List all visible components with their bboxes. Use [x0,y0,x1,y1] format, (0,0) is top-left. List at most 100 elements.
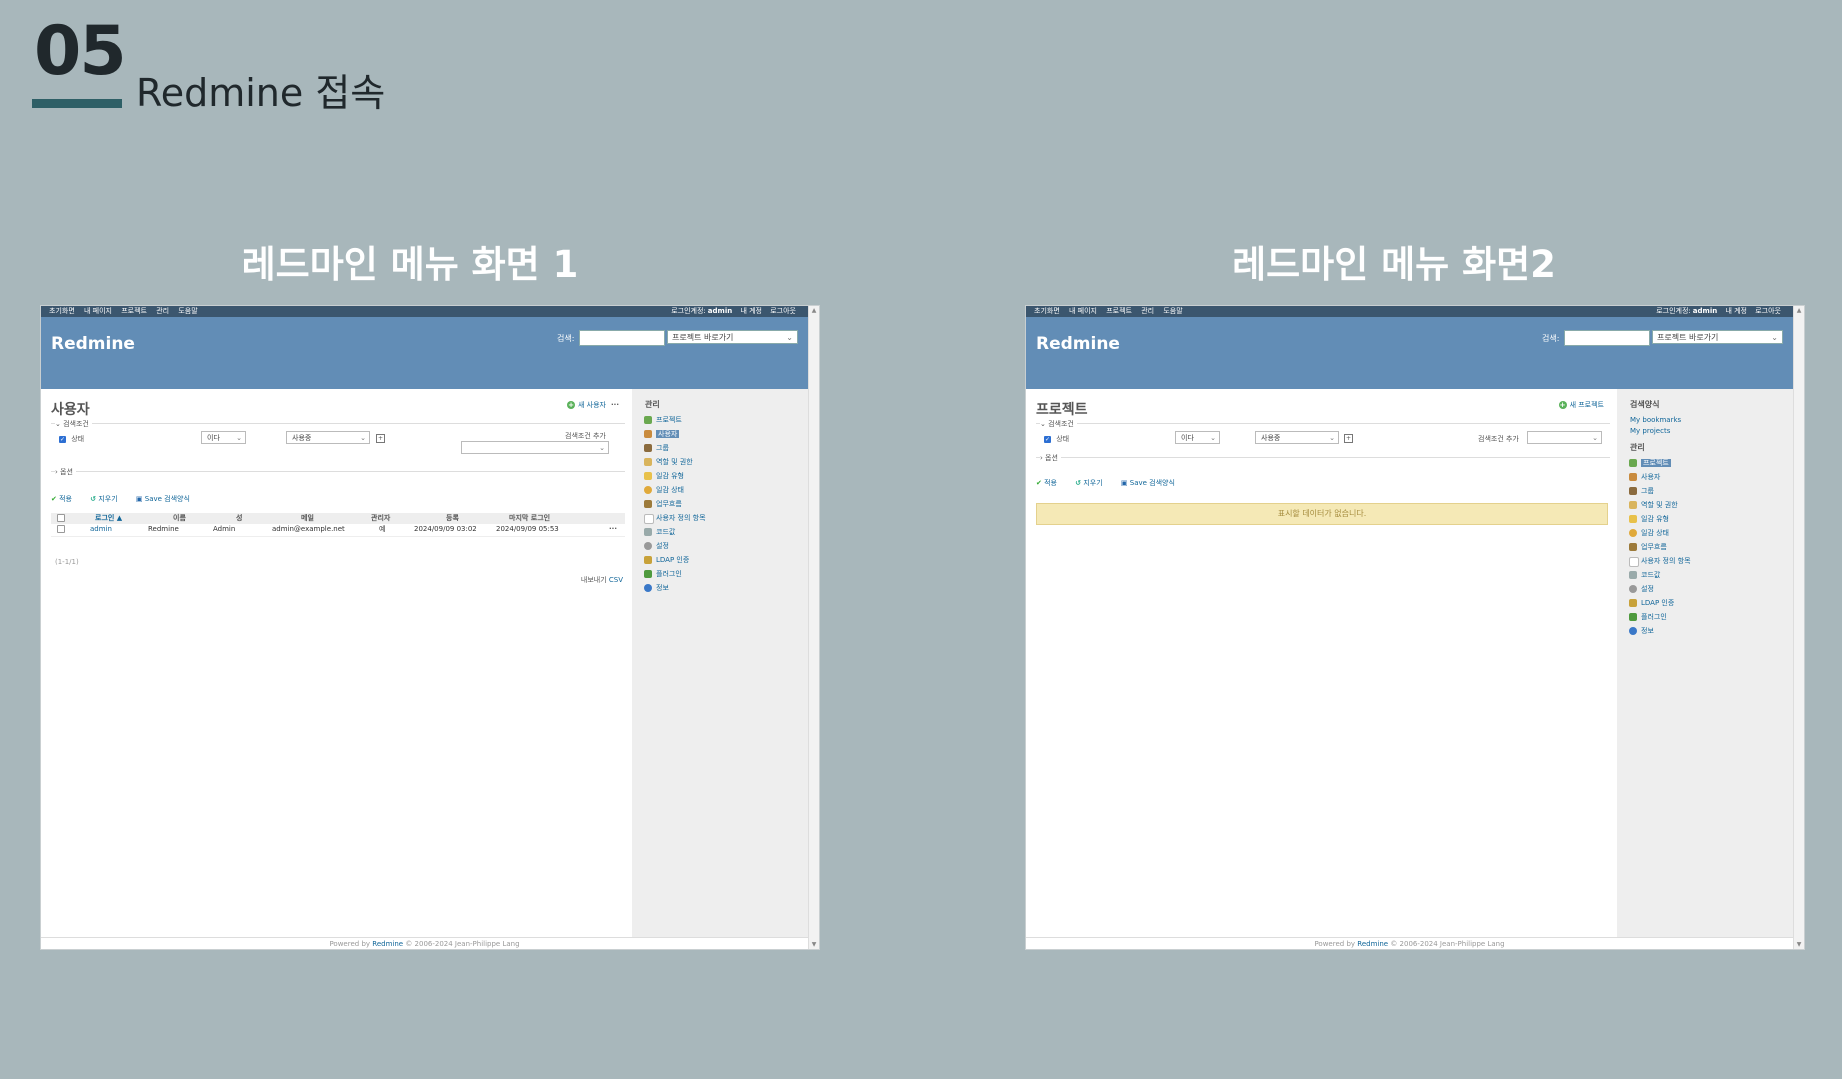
column-lastname[interactable]: 성 [236,513,242,524]
sidebar-item-plugins[interactable]: 플러그인 [644,567,706,581]
column-created[interactable]: 등록 [446,513,459,524]
new-user-link[interactable]: + 새 사용자 ··· [567,400,619,410]
sidebar-item-ldap[interactable]: LDAP 인증 [1629,596,1691,610]
options-legend[interactable]: › 옵션 [55,467,76,477]
sidebar-item-ldap[interactable]: LDAP 인증 [644,553,706,567]
sidebar-item-custom-fields[interactable]: 사용자 정의 항목 [644,511,706,525]
user-login-link[interactable]: admin [90,524,112,535]
more-icon[interactable]: ··· [611,401,619,409]
sidebar-item-settings[interactable]: 설정 [644,539,706,553]
sidebar-item-users[interactable]: 사용자 [644,427,706,441]
project-jump-select[interactable]: 프로젝트 바로가기 ⌄ [1652,330,1783,344]
top-nav-admin[interactable]: 관리 [1141,307,1154,315]
status-value-select[interactable]: 사용중 ⌄ [286,431,370,444]
column-last-login[interactable]: 마지막 로그인 [509,513,550,524]
sidebar-item-roles[interactable]: 역할 및 권한 [644,455,706,469]
vertical-scrollbar[interactable]: ▲ ▼ [1793,306,1804,949]
save-query-button[interactable]: ▣ Save 검색양식 [136,495,198,503]
my-account-link[interactable]: 내 계정 [1725,307,1747,315]
clear-button[interactable]: ↺ 지우기 [1075,479,1110,487]
add-icon: + [1558,401,1567,409]
sidebar-item-info[interactable]: 정보 [1629,624,1691,638]
save-query-button[interactable]: ▣ Save 검색양식 [1121,479,1183,487]
status-filter-checkbox[interactable]: ✓ [1044,435,1051,443]
gear-icon [1629,585,1637,593]
sidebar-item-workflows[interactable]: 업무흐름 [644,497,706,511]
sidebar-item-projects[interactable]: 프로젝트 [1629,456,1691,470]
project-jump-select[interactable]: 프로젝트 바로가기 ⌄ [667,330,798,344]
footer-redmine-link[interactable]: Redmine [1357,940,1388,948]
top-nav-my-page[interactable]: 내 페이지 [1069,307,1097,315]
sidebar-item-enumerations[interactable]: 코드값 [644,525,706,539]
logged-in-user[interactable]: admin [1693,307,1717,315]
top-nav-admin[interactable]: 관리 [156,307,169,315]
toggle-multiselect-icon[interactable]: + [1344,434,1353,443]
sidebar-item-groups[interactable]: 그룹 [1629,484,1691,498]
sidebar-item-groups[interactable]: 그룹 [644,441,706,455]
scroll-up-icon[interactable]: ▲ [809,307,819,314]
select-all-checkbox[interactable] [57,513,65,524]
search-input[interactable] [1564,330,1650,346]
app-logo[interactable]: Redmine [1036,334,1120,354]
sidebar-item-enumerations[interactable]: 코드값 [1629,568,1691,582]
row-checkbox[interactable] [57,524,65,535]
sidebar-item-custom-fields[interactable]: 사용자 정의 항목 [1629,554,1691,568]
toggle-multiselect-icon[interactable]: + [376,434,385,443]
search-input[interactable] [579,330,665,346]
status-filter-checkbox[interactable]: ✓ [59,435,66,443]
sidebar-item-trackers[interactable]: 일감 유형 [644,469,706,483]
sidebar-item-projects[interactable]: 프로젝트 [644,413,706,427]
filters-legend[interactable]: ⌄ 검색조건 [1040,419,1077,429]
top-nav-help[interactable]: 도움말 [178,307,197,315]
footer-redmine-link[interactable]: Redmine [372,940,403,948]
sidebar-item-plugins[interactable]: 플러그인 [1629,610,1691,624]
top-nav-home[interactable]: 초기화면 [1034,307,1060,315]
apply-button[interactable]: ✔ 적용 [51,495,80,503]
key-icon [1629,599,1637,607]
top-nav-help[interactable]: 도움말 [1163,307,1182,315]
row-actions-icon[interactable]: ··· [609,524,617,535]
filters-legend[interactable]: ⌄ 검색조건 [55,419,92,429]
check-icon: ✔ [51,495,57,503]
app-logo[interactable]: Redmine [51,334,135,354]
column-firstname[interactable]: 이름 [173,513,186,524]
sidebar-item-settings[interactable]: 설정 [1629,582,1691,596]
sidebar-item-info[interactable]: 정보 [644,581,706,595]
sidebar-item-workflows[interactable]: 업무흐름 [1629,540,1691,554]
logged-in-user[interactable]: admin [708,307,732,315]
vertical-scrollbar[interactable]: ▲ ▼ [808,306,819,949]
export-csv-link[interactable]: CSV [609,576,623,584]
scroll-down-icon[interactable]: ▼ [809,941,819,948]
table-header: 로그인 ▲ 이름 성 메일 관리자 등록 마지막 로그인 [51,513,625,524]
my-account-link[interactable]: 내 계정 [740,307,762,315]
sidebar-item-users[interactable]: 사용자 [1629,470,1691,484]
sidebar-item-trackers[interactable]: 일감 유형 [1629,512,1691,526]
clear-button[interactable]: ↺ 지우기 [90,495,125,503]
column-admin[interactable]: 관리자 [371,513,390,524]
top-nav-projects[interactable]: 프로젝트 [1106,307,1132,315]
add-filter-select[interactable]: ⌄ [461,441,609,454]
top-nav-my-page[interactable]: 내 페이지 [84,307,112,315]
top-nav-projects[interactable]: 프로젝트 [121,307,147,315]
sidebar-item-issue-statuses[interactable]: 일감 상태 [1629,526,1691,540]
status-value-select[interactable]: 사용중 ⌄ [1255,431,1339,444]
user-mail[interactable]: admin@example.net [272,524,345,535]
status-operator-select[interactable]: 이다 ⌄ [1175,431,1220,444]
apply-button[interactable]: ✔ 적용 [1036,479,1065,487]
column-login[interactable]: 로그인 ▲ [95,513,122,524]
sidebar-item-roles[interactable]: 역할 및 권한 [1629,498,1691,512]
options-legend[interactable]: › 옵션 [1040,453,1061,463]
query-my-bookmarks[interactable]: My bookmarks [1630,415,1681,426]
top-nav-home[interactable]: 초기화면 [49,307,75,315]
new-project-link[interactable]: + 새 프로젝트 [1558,400,1604,410]
scroll-up-icon[interactable]: ▲ [1794,307,1804,314]
query-my-projects[interactable]: My projects [1630,426,1681,437]
add-filter-select[interactable]: ⌄ [1527,431,1602,444]
sidebar-item-issue-statuses[interactable]: 일감 상태 [644,483,706,497]
column-mail[interactable]: 메일 [301,513,314,524]
top-nav: 초기화면 내 페이지 프로젝트 관리 도움말 [49,306,205,317]
status-operator-select[interactable]: 이다 ⌄ [201,431,246,444]
scroll-down-icon[interactable]: ▼ [1794,941,1804,948]
logout-link[interactable]: 로그아웃 [770,307,796,315]
logout-link[interactable]: 로그아웃 [1755,307,1781,315]
